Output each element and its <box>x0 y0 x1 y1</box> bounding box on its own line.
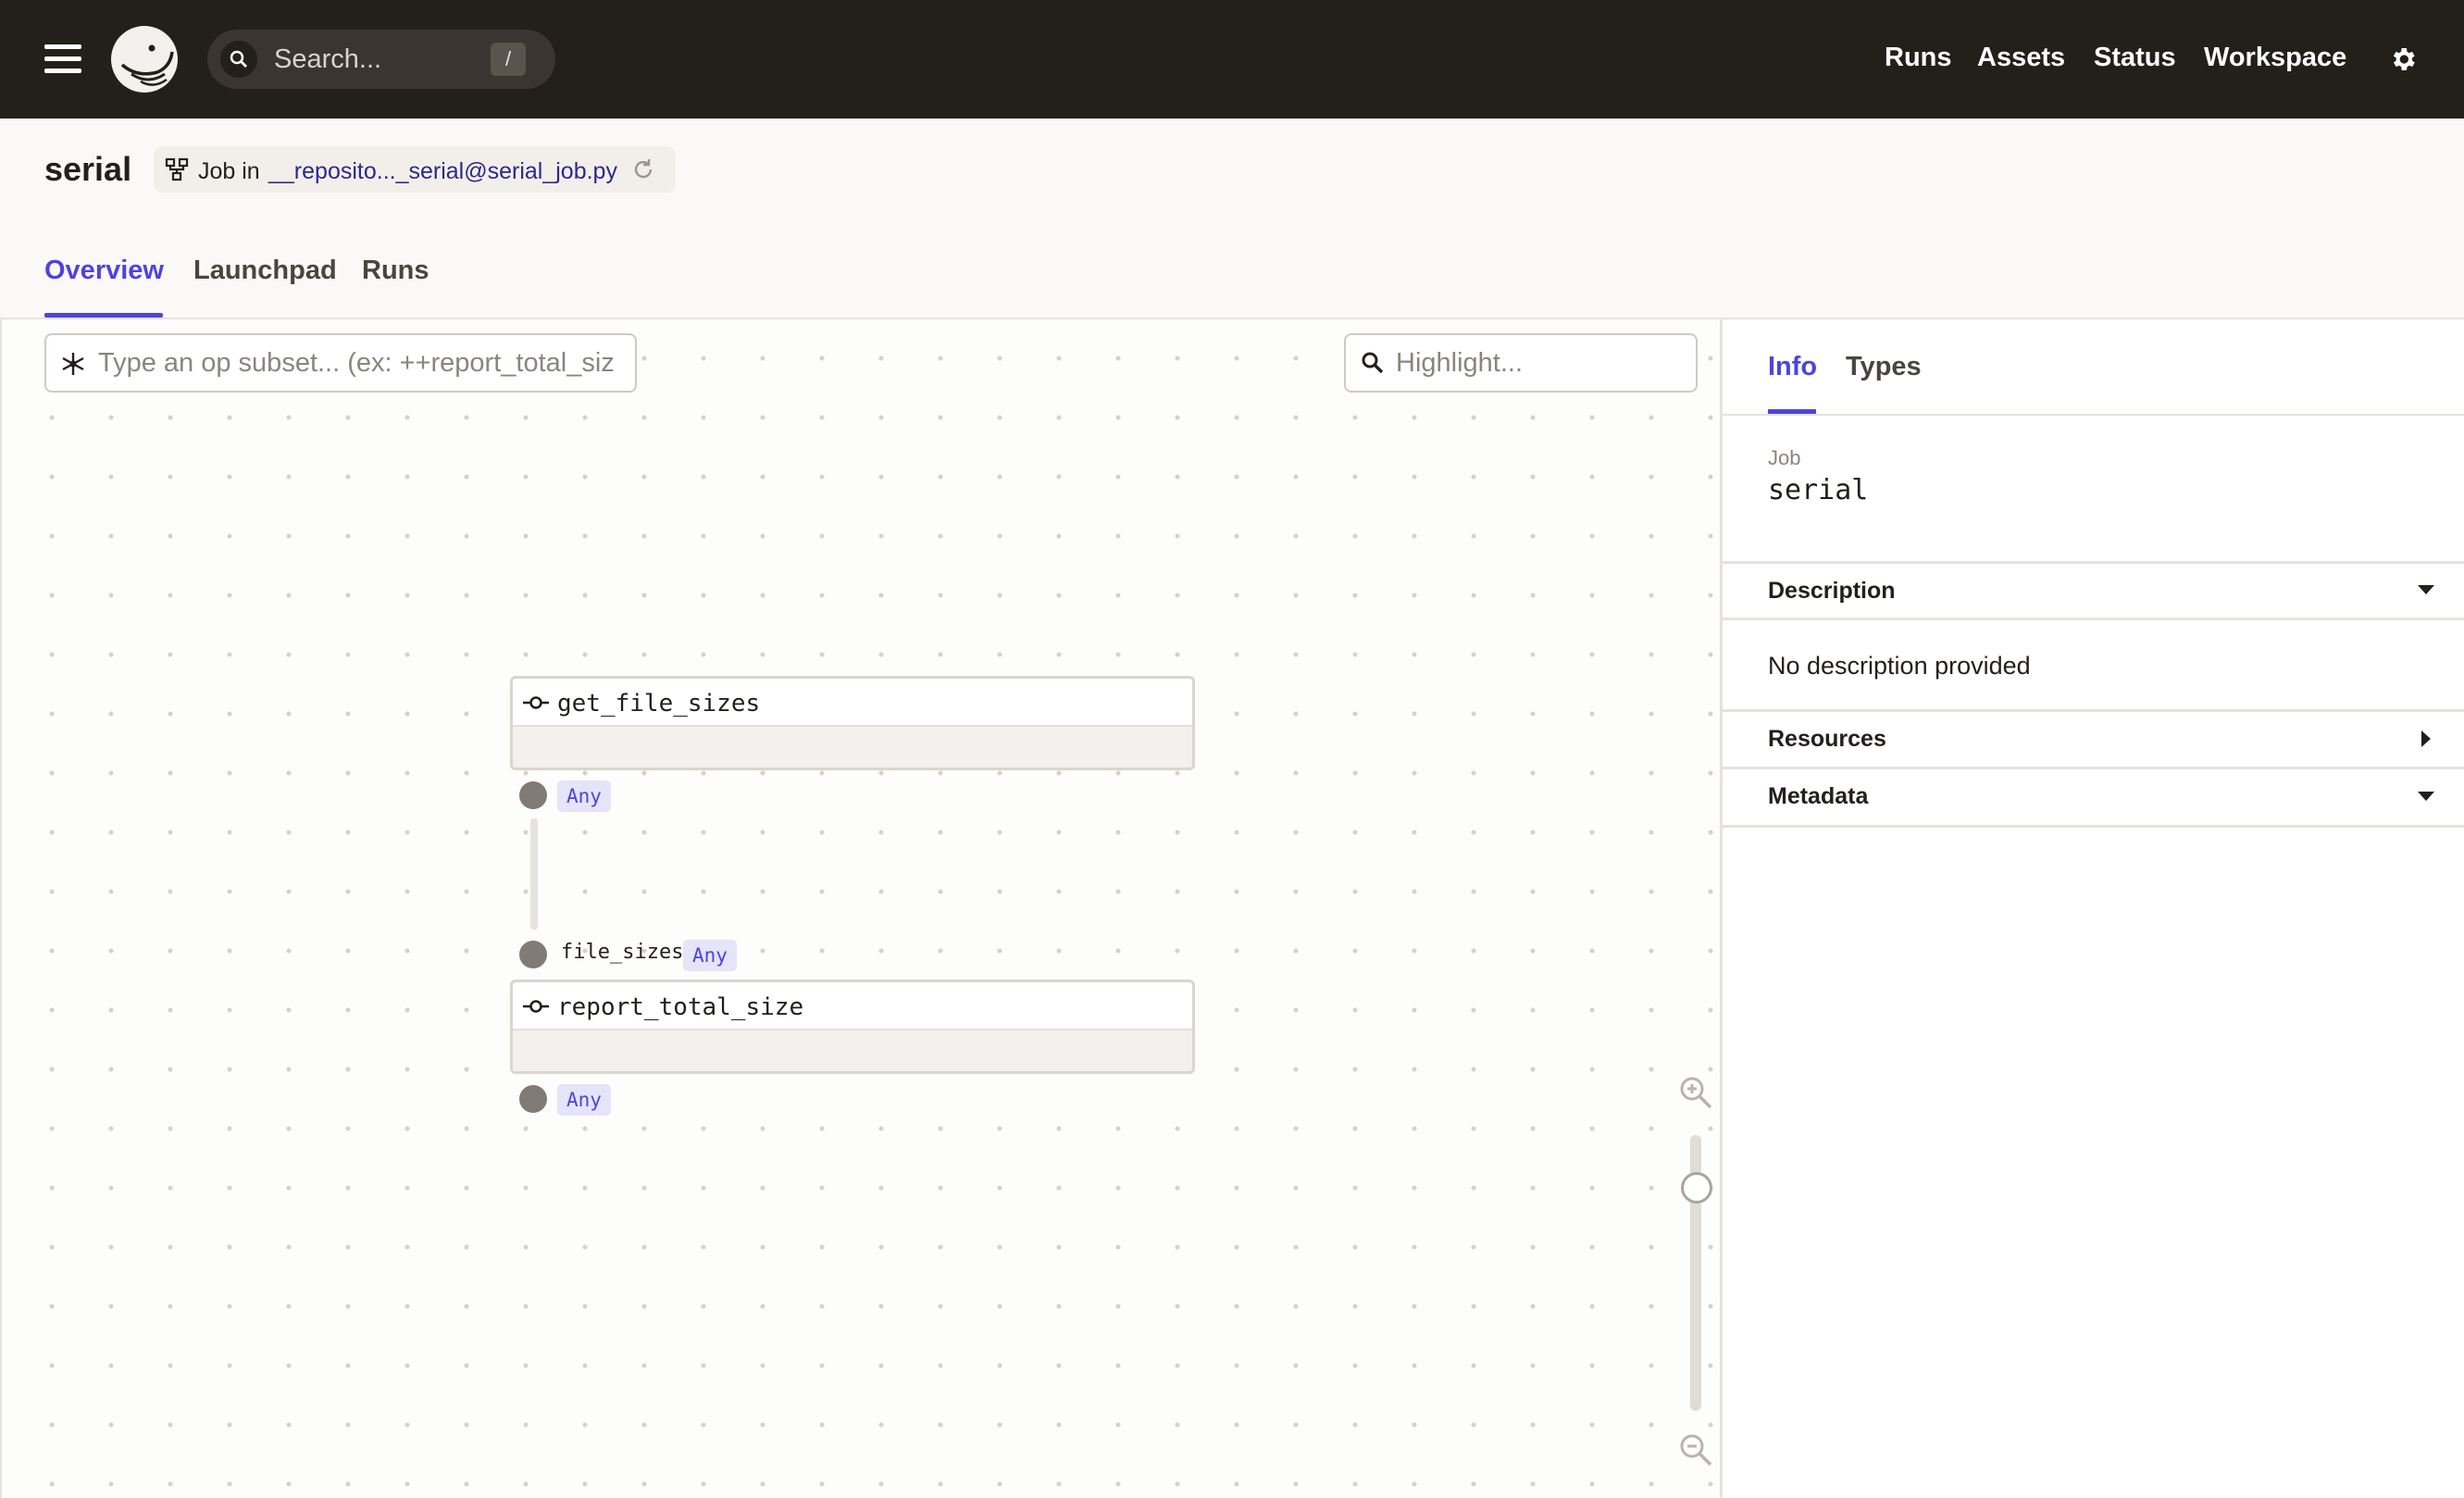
sidebar-tab-divider <box>1723 414 2464 416</box>
highlight-field[interactable] <box>1396 344 1683 381</box>
op-subset-input[interactable] <box>44 333 637 393</box>
metadata-section-header[interactable]: Metadata <box>1768 783 1868 810</box>
output-type-tag[interactable]: Any <box>557 780 611 812</box>
zoom-out-icon[interactable] <box>1677 1431 1714 1473</box>
job-location-pill: Job in __reposito..._serial@serial_job.p… <box>154 146 676 193</box>
page-title: serial <box>44 150 132 188</box>
input-type-tag[interactable]: Any <box>683 940 737 971</box>
tab-runs[interactable]: Runs <box>362 256 429 286</box>
description-text: No description provided <box>1768 652 2031 680</box>
tab-launchpad[interactable]: Launchpad <box>193 256 337 286</box>
job-in-label: Job in <box>198 158 260 184</box>
section-divider <box>1723 767 2464 769</box>
chevron-down-icon[interactable] <box>2416 583 2436 601</box>
op-graph-canvas[interactable] <box>0 319 1720 1498</box>
repository-link[interactable]: __reposito..._serial@serial_job.py <box>268 158 617 185</box>
op-subset-field[interactable] <box>98 344 626 381</box>
section-divider <box>1723 825 2464 828</box>
op-node-report-total-size[interactable]: report_total_size <box>510 980 1195 1074</box>
zoom-slider-handle[interactable] <box>1681 1172 1712 1204</box>
chevron-right-icon[interactable] <box>2420 729 2433 754</box>
job-graph-icon <box>165 157 189 186</box>
op-name: report_total_size <box>557 993 804 1021</box>
output-port[interactable] <box>519 1085 547 1113</box>
nav-runs[interactable]: Runs <box>1885 43 1952 73</box>
tab-info[interactable]: Info <box>1768 352 1817 382</box>
section-divider <box>1723 618 2464 620</box>
op-node-get-file-sizes[interactable]: get_file_sizes <box>510 676 1195 770</box>
dependency-edge <box>530 818 538 930</box>
section-divider <box>1723 709 2464 712</box>
job-label: Job <box>1768 446 1801 469</box>
tab-types[interactable]: Types <box>1846 352 1922 382</box>
gear-icon[interactable] <box>2388 44 2418 74</box>
chevron-down-icon[interactable] <box>2416 790 2436 807</box>
description-section-header[interactable]: Description <box>1768 578 1896 605</box>
search-icon <box>220 41 257 78</box>
resources-section-header[interactable]: Resources <box>1768 726 1886 753</box>
tab-overview[interactable]: Overview <box>44 256 164 286</box>
nav-workspace[interactable]: Workspace <box>2204 43 2346 73</box>
job-name: serial <box>1768 474 1869 506</box>
highlight-input[interactable] <box>1344 333 1698 393</box>
search-input[interactable]: Search... / <box>207 30 555 89</box>
menu-icon[interactable] <box>44 44 81 74</box>
top-navigation-bar: Search... / Runs Assets Status Workspace <box>0 0 2464 119</box>
search-shortcut-key: / <box>491 43 526 76</box>
search-icon <box>1361 351 1385 380</box>
op-selector-icon <box>59 350 87 382</box>
reload-icon[interactable] <box>631 157 655 186</box>
section-divider <box>1723 561 2464 564</box>
output-type-tag[interactable]: Any <box>557 1084 611 1116</box>
nav-status[interactable]: Status <box>2094 43 2176 73</box>
search-placeholder: Search... <box>274 44 382 74</box>
op-name: get_file_sizes <box>557 690 761 718</box>
output-port[interactable] <box>519 781 547 809</box>
nav-assets[interactable]: Assets <box>1977 43 2065 73</box>
input-port[interactable] <box>519 941 547 968</box>
op-icon <box>522 693 550 717</box>
zoom-in-icon[interactable] <box>1677 1074 1714 1116</box>
dagster-logo-icon[interactable] <box>109 24 180 94</box>
op-icon <box>522 997 550 1020</box>
input-name: file_sizes <box>561 941 684 964</box>
